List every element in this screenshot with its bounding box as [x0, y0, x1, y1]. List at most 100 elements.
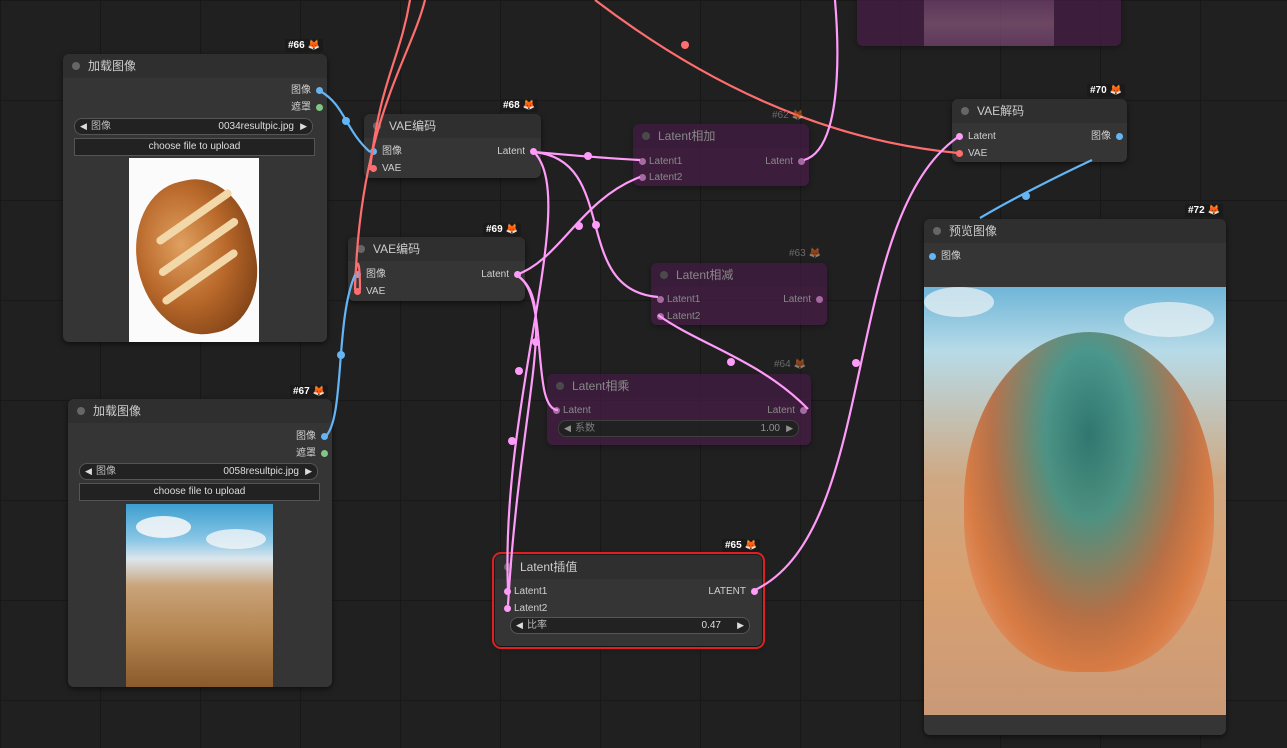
collapse-dot[interactable] [373, 122, 381, 130]
input-latent-pin[interactable] [553, 407, 560, 414]
input-latent1-pin[interactable] [657, 296, 664, 303]
image-combo[interactable]: ◀ 图像 0034resultpic.jpg ▶ [74, 118, 313, 135]
node-id-badge: #62 🦊 [772, 110, 805, 121]
input-latent-label: Latent [968, 131, 996, 142]
output-image-label: 图像 [296, 431, 316, 442]
input-latent-pin[interactable] [956, 133, 963, 140]
preview-output-image [924, 287, 1226, 715]
output-mask-label: 遮罩 [291, 102, 311, 113]
output-latent-pin[interactable] [530, 148, 537, 155]
node-id-badge: #63 🦊 [789, 248, 822, 259]
collapse-dot[interactable] [556, 382, 564, 390]
input-vae-pin[interactable] [370, 165, 377, 172]
input-latent1-pin[interactable] [639, 158, 646, 165]
latent-add-node-62[interactable]: Latent相加 Latent1 Latent2 Latent [633, 124, 809, 186]
collapse-dot[interactable] [504, 563, 512, 571]
arrow-left-icon[interactable]: ◀ [85, 464, 92, 479]
collapse-dot[interactable] [933, 227, 941, 235]
combo-label: 图像 [91, 121, 111, 132]
vae-encode-node-69[interactable]: VAE编码 图像 VAE Latent [348, 237, 525, 301]
upload-button[interactable]: choose file to upload [79, 483, 320, 501]
arrow-left-icon[interactable]: ◀ [516, 618, 523, 633]
image-combo[interactable]: ◀ 图像 0058resultpic.jpg ▶ [79, 463, 318, 480]
vae-decode-node-70[interactable]: VAE解码 Latent VAE 图像 [952, 99, 1127, 162]
output-mask-label: 遮罩 [296, 448, 316, 459]
collapse-dot[interactable] [357, 245, 365, 253]
arrow-right-icon[interactable]: ▶ [737, 618, 744, 633]
output-image-pin[interactable] [1116, 133, 1123, 140]
node-title: Latent相乘 [572, 379, 630, 393]
node-header[interactable]: Latent相减 [651, 263, 827, 287]
node-header[interactable]: 加载图像 [68, 399, 332, 423]
node-header[interactable]: 加载图像 [63, 54, 327, 78]
node-id-badge: #72 🦊 [1185, 204, 1224, 217]
input-vae-pin[interactable] [354, 288, 361, 295]
collapse-dot[interactable] [72, 62, 80, 70]
node-header[interactable]: VAE解码 [952, 99, 1127, 123]
fox-icon: 🦊 [505, 224, 519, 235]
output-mask-pin[interactable] [316, 104, 323, 111]
collapse-dot[interactable] [961, 107, 969, 115]
fox-icon: 🦊 [307, 40, 321, 51]
arrow-left-icon[interactable]: ◀ [80, 119, 87, 134]
node-header[interactable]: Latent相乘 [547, 374, 811, 398]
combo-value: 0058resultpic.jpg [223, 466, 299, 477]
output-latent-pin[interactable] [816, 296, 823, 303]
node-header[interactable]: VAE编码 [364, 114, 541, 138]
partial-preview-node[interactable] [857, 0, 1121, 46]
input-image-pin[interactable] [370, 148, 377, 155]
output-latent-pin[interactable] [800, 407, 807, 414]
node-header[interactable]: VAE编码 [348, 237, 525, 261]
input-latent2-pin[interactable] [504, 605, 511, 612]
output-image-pin[interactable] [321, 433, 328, 440]
input-image-label: 图像 [941, 251, 961, 262]
arrow-right-icon[interactable]: ▶ [786, 421, 793, 436]
output-latent-label: Latent [497, 146, 525, 157]
arrow-right-icon[interactable]: ▶ [300, 119, 307, 134]
node-id-badge: #67 🦊 [290, 385, 329, 398]
latent-interpolate-node-65[interactable]: Latent插值 Latent1 Latent2 LATENT ◀ 比率 0.4… [492, 552, 765, 649]
combo-label: 系数 [575, 423, 595, 434]
collapse-dot[interactable] [77, 407, 85, 415]
output-latent-pin[interactable] [514, 271, 521, 278]
input-image-label: 图像 [366, 269, 386, 280]
input-latent1-label: Latent1 [514, 586, 548, 597]
input-vae-pin[interactable] [956, 150, 963, 157]
load-image-node-67[interactable]: 加载图像 图像 遮罩 ◀ 图像 0058resultpic.jpg ▶ choo… [68, 399, 332, 687]
node-header[interactable]: Latent相加 [633, 124, 809, 148]
output-latent-pin[interactable] [751, 588, 758, 595]
combo-label: 比率 [527, 620, 547, 631]
arrow-left-icon[interactable]: ◀ [564, 421, 571, 436]
input-image-pin[interactable] [929, 253, 936, 260]
input-image-pin[interactable] [354, 271, 361, 278]
ratio-combo[interactable]: ◀ 比率 0.47 ▶ [510, 617, 750, 634]
output-mask-pin[interactable] [321, 450, 328, 457]
output-latent-pin[interactable] [798, 158, 805, 165]
node-header[interactable]: 预览图像 [924, 219, 1226, 243]
latent-multiply-node-64[interactable]: Latent相乘 Latent Latent ◀ 系数 1.00 ▶ [547, 374, 811, 445]
upload-button[interactable]: choose file to upload [74, 138, 315, 156]
vae-encode-node-68[interactable]: VAE编码 图像 VAE Latent [364, 114, 541, 178]
node-header[interactable]: Latent插值 [495, 555, 762, 579]
preview-image-node-72[interactable]: 预览图像 图像 [924, 219, 1226, 735]
collapse-dot[interactable] [660, 271, 668, 279]
node-title: Latent插值 [520, 560, 578, 574]
input-latent2-pin[interactable] [657, 313, 664, 320]
input-latent2-pin[interactable] [639, 174, 646, 181]
wheat-image-thumbnail [126, 504, 273, 687]
collapse-dot[interactable] [642, 132, 650, 140]
arrow-right-icon[interactable]: ▶ [305, 464, 312, 479]
fox-icon: 🦊 [791, 110, 805, 121]
fox-icon: 🦊 [744, 540, 758, 551]
node-title: VAE编码 [373, 242, 421, 256]
input-latent1-label: Latent1 [667, 294, 701, 305]
fox-icon: 🦊 [793, 359, 807, 370]
load-image-node-66[interactable]: 加载图像 图像 遮罩 ◀ 图像 0034resultpic.jpg ▶ choo… [63, 54, 327, 342]
latent-subtract-node-63[interactable]: Latent相减 Latent1 Latent2 Latent [651, 263, 827, 325]
combo-value: 0.47 [701, 620, 721, 631]
multiplier-combo[interactable]: ◀ 系数 1.00 ▶ [558, 420, 799, 437]
input-latent1-pin[interactable] [504, 588, 511, 595]
input-latent2-label: Latent2 [649, 172, 683, 183]
node-title: VAE编码 [389, 119, 437, 133]
output-image-pin[interactable] [316, 87, 323, 94]
